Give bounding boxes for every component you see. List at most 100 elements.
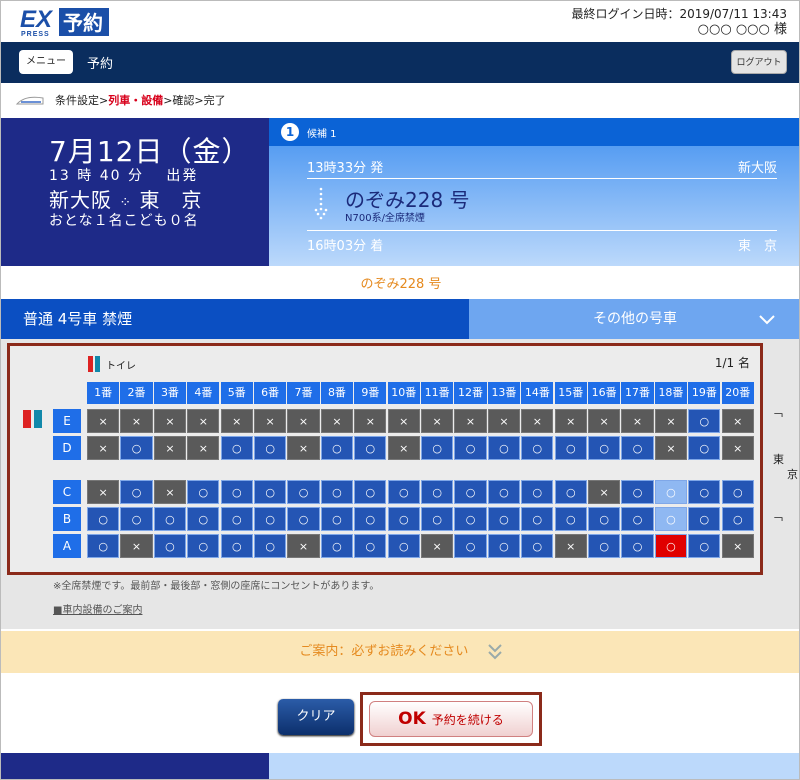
seat-column-header: 4番 bbox=[187, 382, 220, 404]
seat[interactable]: ○ bbox=[120, 507, 153, 531]
seat: × bbox=[354, 409, 387, 433]
seat[interactable]: ○ bbox=[521, 507, 554, 531]
seat[interactable]: ○ bbox=[320, 480, 354, 504]
passenger-count: おとな１名こども０名 bbox=[49, 213, 199, 229]
seat-column-header: 14番 bbox=[521, 382, 554, 404]
seat[interactable]: ○ bbox=[621, 480, 654, 504]
seat[interactable]: ○ bbox=[287, 507, 320, 531]
seat[interactable]: ○ bbox=[621, 436, 654, 460]
seat[interactable]: ○ bbox=[187, 534, 220, 558]
seat[interactable]: ○ bbox=[354, 507, 387, 531]
seat[interactable]: ○ bbox=[688, 409, 721, 433]
seat-column-header: 2番 bbox=[120, 382, 153, 404]
seat[interactable]: ○ bbox=[588, 507, 621, 531]
seat-row-label: E bbox=[53, 409, 81, 433]
seat[interactable]: ○ bbox=[320, 534, 354, 558]
arrival-time-label: 16時03分 着 bbox=[307, 239, 384, 254]
seat[interactable]: ○ bbox=[621, 534, 654, 558]
seat[interactable]: ○ bbox=[421, 507, 454, 531]
seat[interactable]: ○ bbox=[721, 507, 754, 531]
seat: × bbox=[287, 436, 320, 460]
seat[interactable]: ○ bbox=[688, 534, 721, 558]
seat[interactable]: ○ bbox=[521, 534, 554, 558]
seat[interactable]: ○ bbox=[521, 480, 554, 504]
route-to: 東 京 bbox=[139, 188, 203, 212]
seat[interactable]: ○ bbox=[487, 534, 521, 558]
route-from: 新大阪 bbox=[49, 188, 112, 212]
seat[interactable]: ○ bbox=[688, 507, 721, 531]
seat[interactable]: ○ bbox=[320, 436, 354, 460]
departure-station: 新大阪 bbox=[737, 161, 777, 176]
seat: × bbox=[721, 409, 754, 433]
seat[interactable]: ○ bbox=[554, 507, 587, 531]
seat[interactable]: ○ bbox=[554, 436, 587, 460]
seat[interactable]: ○ bbox=[220, 507, 253, 531]
seat[interactable]: ○ bbox=[153, 534, 187, 558]
facility-info-link[interactable]: ■車内設備のご案内 bbox=[53, 601, 142, 616]
seat-row-label: C bbox=[53, 480, 81, 504]
guide-text: ご案内：必ずお読みください bbox=[299, 644, 469, 659]
header: EX PRESS 予約 最終ログイン日時：2019/07/11 13:43 ○○… bbox=[1, 1, 799, 42]
seat[interactable]: ○ bbox=[454, 534, 487, 558]
seat[interactable]: ○ bbox=[120, 480, 153, 504]
clear-button[interactable]: クリア bbox=[278, 699, 354, 735]
seat[interactable]: ○ bbox=[487, 480, 521, 504]
footer-band bbox=[1, 753, 799, 779]
seat[interactable]: ○ bbox=[454, 436, 487, 460]
seat[interactable]: ○ bbox=[254, 534, 287, 558]
seat-row-label: B bbox=[53, 507, 81, 531]
logout-button[interactable]: ログアウト bbox=[731, 50, 787, 74]
seat[interactable]: ○ bbox=[421, 436, 454, 460]
seat[interactable]: ○ bbox=[421, 480, 454, 504]
seat[interactable]: ○ bbox=[387, 480, 420, 504]
seat[interactable]: ○ bbox=[588, 436, 621, 460]
seat[interactable]: ○ bbox=[487, 507, 521, 531]
candidate-label: 候補 1 bbox=[307, 129, 337, 140]
seat[interactable]: ○ bbox=[220, 436, 253, 460]
seat[interactable]: ○ bbox=[187, 480, 220, 504]
seat[interactable]: ○ bbox=[120, 436, 153, 460]
seat[interactable]: ○ bbox=[354, 480, 387, 504]
seat[interactable]: ○ bbox=[721, 480, 754, 504]
seat[interactable]: ○ bbox=[588, 534, 621, 558]
selected-seat[interactable]: ○ bbox=[654, 534, 688, 558]
seat[interactable]: ○ bbox=[87, 534, 120, 558]
app-frame: { "header": {"logo_ex": "EX", "logo_pres… bbox=[0, 0, 800, 780]
seat[interactable]: ○ bbox=[320, 507, 354, 531]
departure-time-label: 13時33分 発 bbox=[307, 161, 384, 176]
seat[interactable]: ○ bbox=[454, 507, 487, 531]
seat[interactable]: ○ bbox=[688, 480, 721, 504]
seat[interactable]: ○ bbox=[654, 480, 688, 504]
seat[interactable]: ○ bbox=[87, 507, 120, 531]
side-station-2: 京 bbox=[787, 468, 798, 481]
seat[interactable]: ○ bbox=[387, 534, 420, 558]
seat[interactable]: ○ bbox=[187, 507, 220, 531]
seat[interactable]: ○ bbox=[354, 436, 387, 460]
seat[interactable]: ○ bbox=[554, 480, 587, 504]
menu-button[interactable]: メニュー bbox=[19, 50, 73, 74]
seat-column-header: 13番 bbox=[487, 382, 521, 404]
seat[interactable]: ○ bbox=[487, 436, 521, 460]
seat[interactable]: ○ bbox=[254, 436, 287, 460]
seat[interactable]: ○ bbox=[454, 480, 487, 504]
seat: × bbox=[387, 409, 420, 433]
seat[interactable]: ○ bbox=[688, 436, 721, 460]
seat[interactable]: ○ bbox=[387, 507, 420, 531]
seat[interactable]: ○ bbox=[287, 480, 320, 504]
breadcrumb: 条件設定> 列車・設備 >確認>完了 bbox=[15, 89, 226, 111]
continue-reservation-button[interactable]: OK 予約を続ける bbox=[369, 701, 533, 737]
seat[interactable]: ○ bbox=[220, 534, 253, 558]
seat[interactable]: ○ bbox=[220, 480, 253, 504]
seat[interactable]: ○ bbox=[254, 480, 287, 504]
other-cars-dropdown[interactable]: その他の号車 bbox=[469, 299, 799, 339]
nav-bar: メニュー 予約 ログアウト bbox=[1, 42, 799, 83]
ex-press-logo[interactable]: EX PRESS 予約 bbox=[19, 5, 111, 39]
seat[interactable]: ○ bbox=[254, 507, 287, 531]
seat[interactable]: ○ bbox=[654, 507, 688, 531]
seat: × bbox=[721, 436, 754, 460]
guide-bar[interactable]: ご案内：必ずお読みください bbox=[1, 631, 799, 673]
seat[interactable]: ○ bbox=[354, 534, 387, 558]
seat[interactable]: ○ bbox=[153, 507, 187, 531]
seat[interactable]: ○ bbox=[621, 507, 654, 531]
seat[interactable]: ○ bbox=[521, 436, 554, 460]
